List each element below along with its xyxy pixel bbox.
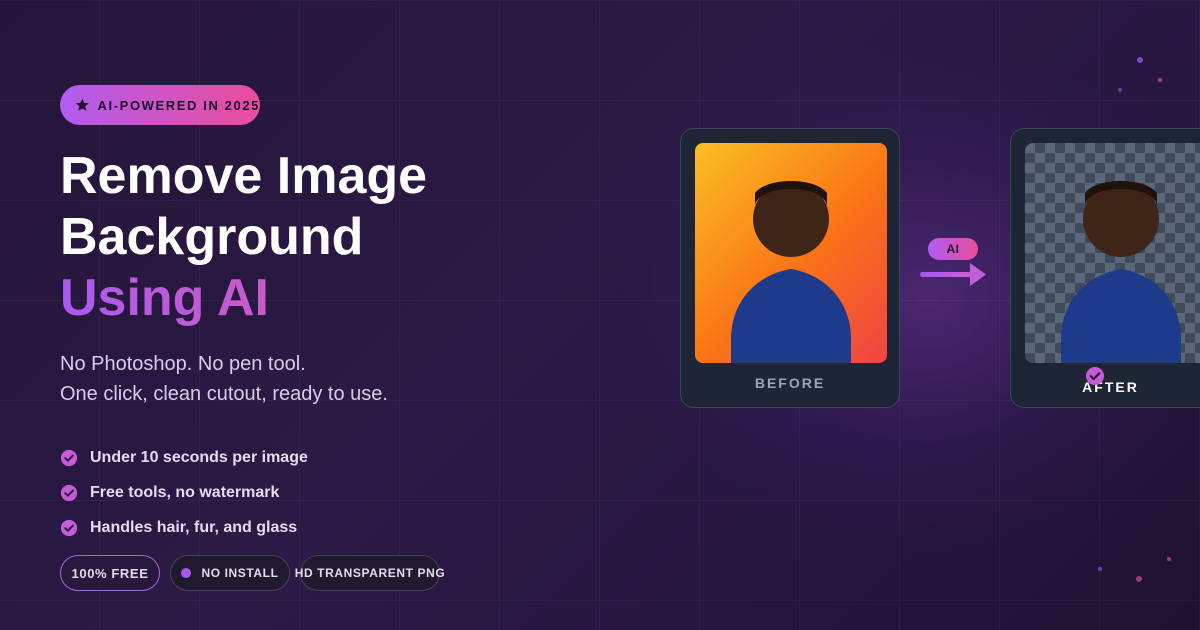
check-circle-icon [60,484,78,501]
subtitle: No Photoshop. No pen tool. One click, cl… [60,349,388,409]
person-illustration [731,181,851,363]
sparkle-dot [1167,557,1171,561]
title-line-1: Remove Image [60,147,428,205]
ai-powered-badge: AI-POWERED IN 2025 [60,85,260,125]
page-title: Remove Image Background Using AI [60,146,427,329]
badge-label: AI-POWERED IN 2025 [97,97,260,113]
subtitle-line-2: One click, clean cutout, ready to use. [60,383,388,405]
feature-item: Handles hair, fur, and glass [60,510,308,545]
after-photo-transparent [1025,143,1200,363]
before-photo [695,143,887,363]
check-circle-icon [1086,367,1104,385]
check-circle-icon [60,449,78,466]
check-circle-icon [60,519,78,536]
feature-label: Handles hair, fur, and glass [90,518,298,536]
pill-label: NO INSTALL [201,566,279,580]
title-line-3-gradient: Using AI [60,268,427,329]
before-label: BEFORE [754,375,826,391]
sparkle-dot [1158,78,1162,82]
arrow-right-icon [920,263,986,286]
title-line-2: Background [60,208,364,266]
sparkle-dot [1137,57,1143,63]
feature-item: Under 10 seconds per image [60,440,308,475]
after-label: AFTER [1082,379,1139,395]
pill-no-install: NO INSTALL [170,555,290,591]
sparkle-dot [1118,88,1122,92]
before-card: BEFORE [680,128,900,408]
person-illustration [1061,181,1181,363]
dot-icon [181,568,192,578]
pill-free: 100% FREE [60,555,160,591]
ai-chip: AI [928,238,978,260]
sparkle-dot [1136,576,1142,582]
feature-item: Free tools, no watermark [60,475,308,510]
pill-label: 100% FREE [71,565,149,581]
subtitle-line-1: No Photoshop. No pen tool. [60,353,306,375]
feature-label: Free tools, no watermark [90,483,280,501]
after-card: AFTER [1010,128,1200,408]
star-icon [75,98,89,111]
feature-label: Under 10 seconds per image [90,448,308,466]
pill-hd-png: HD TRANSPARENT PNG [295,555,445,591]
sparkle-dot [1098,567,1102,571]
pill-label: HD TRANSPARENT PNG [294,566,446,580]
feature-list: Under 10 seconds per image Free tools, n… [60,440,308,545]
